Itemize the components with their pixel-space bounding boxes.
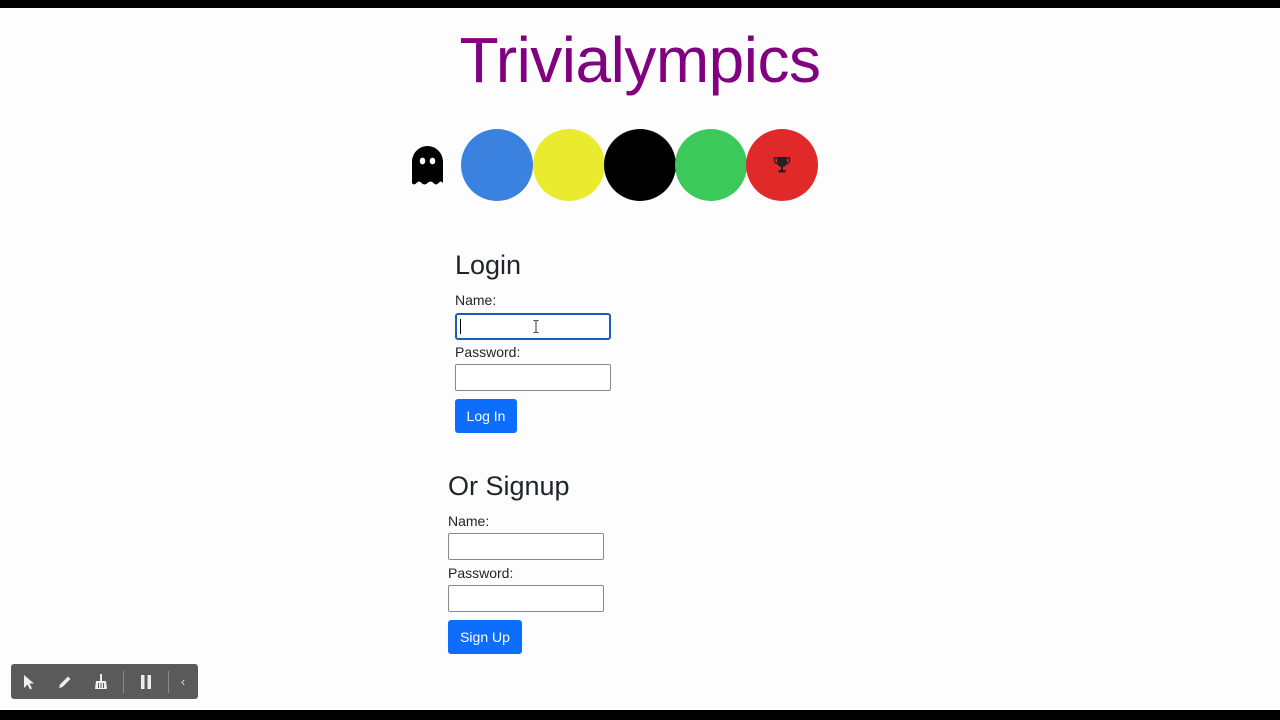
signup-name-input[interactable] bbox=[448, 533, 604, 560]
olympic-ring-yellow bbox=[533, 129, 605, 201]
ghost-icon bbox=[412, 146, 443, 185]
signup-password-label: Password: bbox=[448, 565, 514, 581]
olympic-ring-red bbox=[746, 129, 818, 201]
toolbar-divider bbox=[123, 670, 124, 693]
signup-name-label: Name: bbox=[448, 513, 490, 529]
pointer-tool-button[interactable] bbox=[11, 664, 47, 699]
olympic-ring-green bbox=[675, 129, 747, 201]
signup-password-input[interactable] bbox=[448, 585, 604, 612]
pen-icon bbox=[59, 676, 71, 688]
clear-tool-button[interactable] bbox=[83, 664, 119, 699]
olympic-ring-blue bbox=[461, 129, 533, 201]
login-password-input[interactable] bbox=[455, 364, 611, 391]
text-caret bbox=[460, 319, 461, 334]
signup-heading: Or Signup bbox=[448, 471, 570, 501]
pause-icon bbox=[141, 674, 151, 689]
login-heading: Login bbox=[455, 250, 522, 280]
login-password-label: Password: bbox=[455, 344, 521, 360]
page: Trivialympics Login Name: Password: Log … bbox=[0, 8, 1280, 710]
page-title: Trivialympics bbox=[459, 24, 821, 96]
trophy-icon bbox=[773, 157, 791, 173]
ibeam-cursor-icon bbox=[533, 320, 539, 333]
login-button[interactable]: Log In bbox=[455, 399, 517, 433]
pause-button[interactable] bbox=[128, 664, 164, 699]
annotation-toolbar: ‹ bbox=[11, 664, 198, 699]
toolbar-divider bbox=[168, 670, 169, 693]
signup-button[interactable]: Sign Up bbox=[448, 620, 522, 654]
login-name-input[interactable] bbox=[455, 313, 611, 340]
pen-tool-button[interactable] bbox=[47, 664, 83, 699]
login-name-label: Name: bbox=[455, 292, 497, 308]
pointer-icon bbox=[24, 674, 34, 689]
collapse-icon[interactable]: ‹ bbox=[173, 664, 193, 699]
olympic-ring-black bbox=[604, 129, 676, 201]
broom-icon bbox=[95, 674, 107, 689]
